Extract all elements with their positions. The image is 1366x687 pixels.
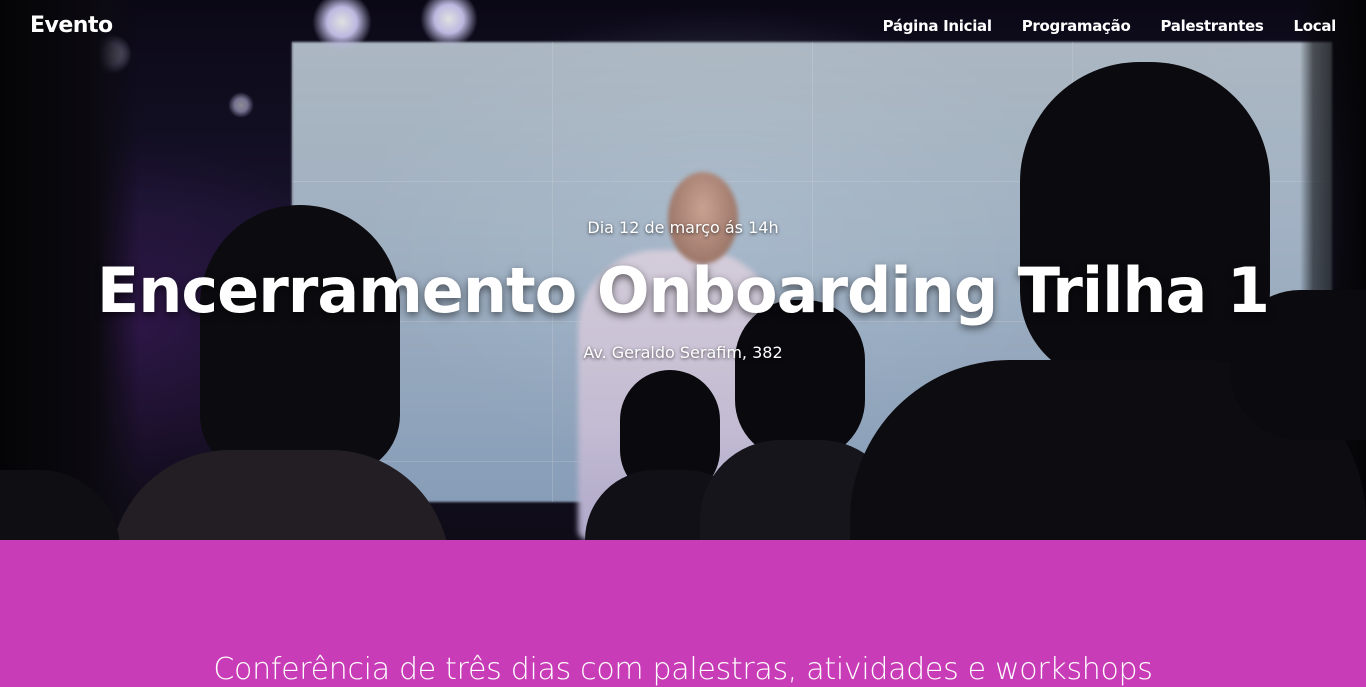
nav-link-local[interactable]: Local: [1293, 17, 1336, 35]
nav-link-palestrantes[interactable]: Palestrantes: [1160, 17, 1263, 35]
brand-logo[interactable]: Evento: [30, 13, 113, 38]
page: Dia 12 de março ás 14h Encerramento Onbo…: [0, 0, 1366, 687]
event-date: Dia 12 de março ás 14h: [587, 218, 779, 237]
nav-links: Página Inicial Programação Palestrantes …: [883, 17, 1337, 35]
nav-link-programacao[interactable]: Programação: [1022, 17, 1131, 35]
event-address: Av. Geraldo Serafim, 382: [583, 343, 783, 362]
nav-link-pagina-inicial[interactable]: Página Inicial: [883, 17, 992, 35]
about-section: Conferência de três dias com palestras, …: [0, 540, 1366, 687]
about-heading: Conferência de três dias com palestras, …: [213, 652, 1153, 687]
hero-section: Dia 12 de março ás 14h Encerramento Onbo…: [0, 0, 1366, 540]
hero-content: Dia 12 de março ás 14h Encerramento Onbo…: [0, 0, 1366, 540]
event-title: Encerramento Onboarding Trilha 1: [96, 254, 1270, 327]
navbar: Evento Página Inicial Programação Palest…: [0, 0, 1366, 56]
